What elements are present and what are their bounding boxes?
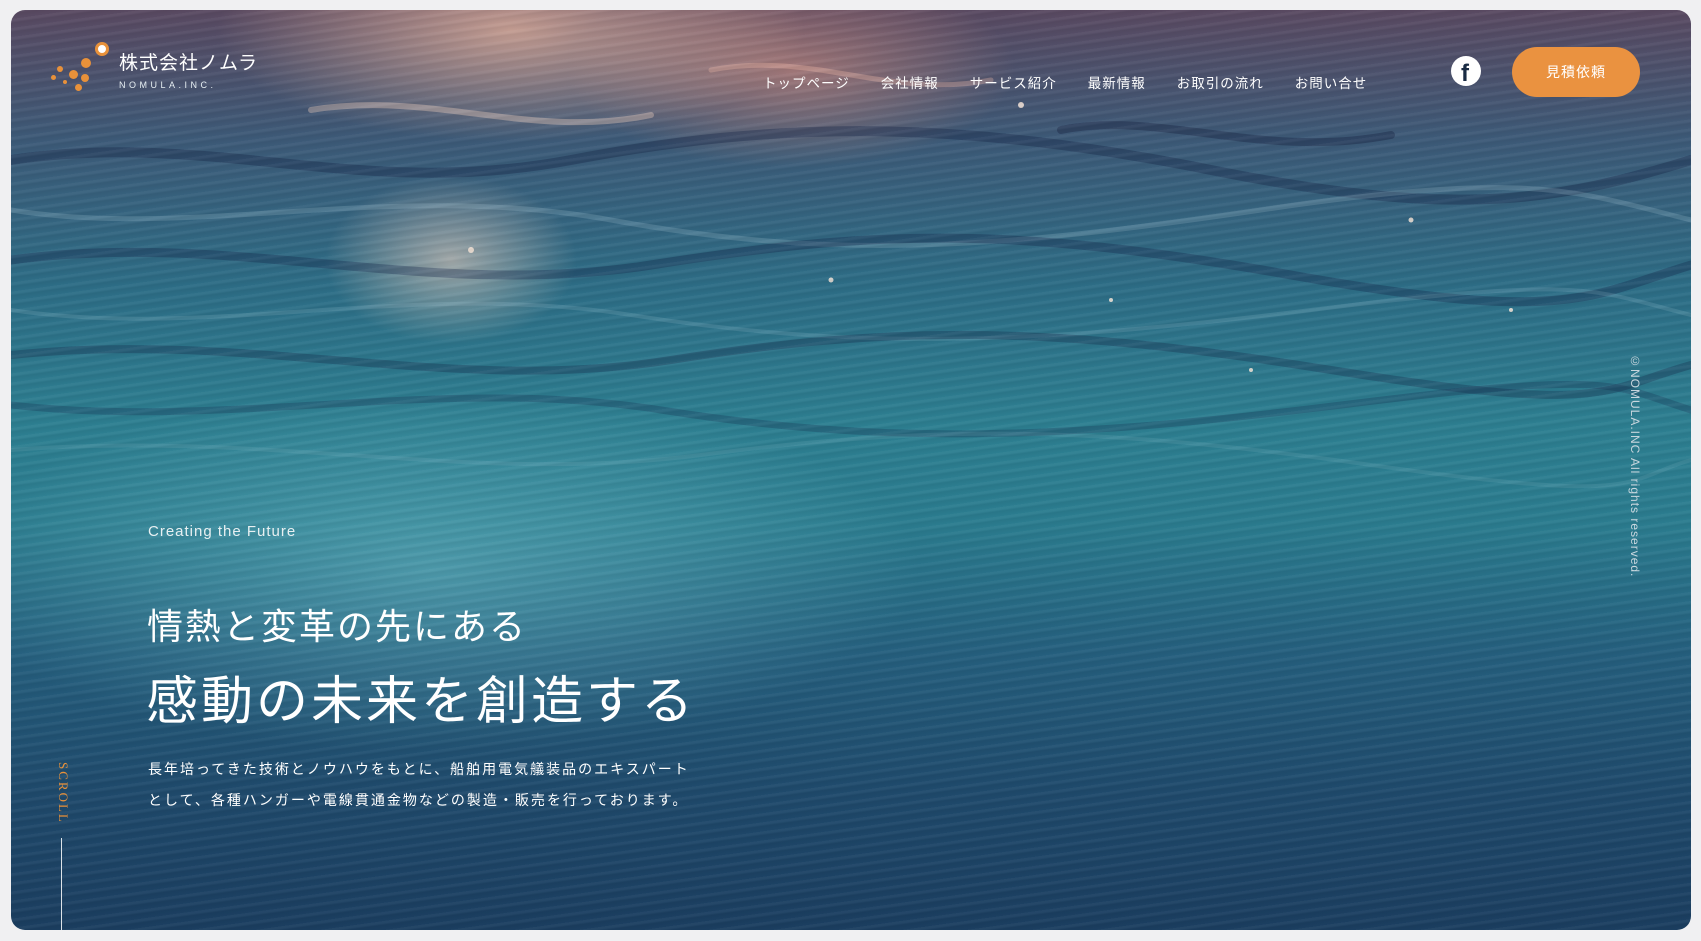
- copyright-text: ©NOMULA.INC All rights reserved.: [1628, 354, 1642, 578]
- hero-tagline: Creating the Future: [148, 523, 297, 540]
- brand-sub: NOMULA.INC.: [119, 80, 217, 90]
- scroll-indicator[interactable]: SCROLL: [55, 762, 71, 824]
- quote-request-button[interactable]: 見積依頼: [1512, 47, 1640, 97]
- hero-description-line-2: として、各種ハンガーや電線貫通金物などの製造・販売を行っております。: [148, 793, 689, 809]
- main-nav: トップページ 会社情報 サービス紹介 最新情報 お取引の流れ お問い合せ: [763, 72, 1367, 92]
- facebook-icon[interactable]: f: [1451, 56, 1481, 87]
- brand-name: 株式会社ノムラ: [119, 52, 259, 74]
- hero-section: 株式会社ノムラ NOMULA.INC. トップページ 会社情報 サービス紹介 最…: [11, 10, 1691, 930]
- hero-description: 長年培ってきた技術とノウハウをもとに、船舶用電気艤装品のエキスパート として、各…: [148, 755, 690, 817]
- hero-headline-2: 感動の未来を創造する: [146, 672, 697, 732]
- scroll-line: [61, 838, 62, 930]
- nav-item-services[interactable]: サービス紹介: [970, 72, 1057, 92]
- hero-description-line-1: 長年培ってきた技術とノウハウをもとに、船舶用電気艤装品のエキスパート: [148, 762, 690, 778]
- nav-item-top[interactable]: トップページ: [763, 72, 850, 92]
- nav-item-company[interactable]: 会社情報: [881, 72, 939, 92]
- company-logo[interactable]: 株式会社ノムラ NOMULA.INC.: [51, 42, 258, 98]
- logo-dots-icon: [51, 42, 115, 98]
- nav-item-news[interactable]: 最新情報: [1088, 72, 1146, 92]
- nav-item-contact[interactable]: お問い合せ: [1295, 72, 1368, 92]
- nav-item-flow[interactable]: お取引の流れ: [1177, 72, 1264, 92]
- hero-headline-1: 情熱と変革の先にある: [147, 607, 528, 648]
